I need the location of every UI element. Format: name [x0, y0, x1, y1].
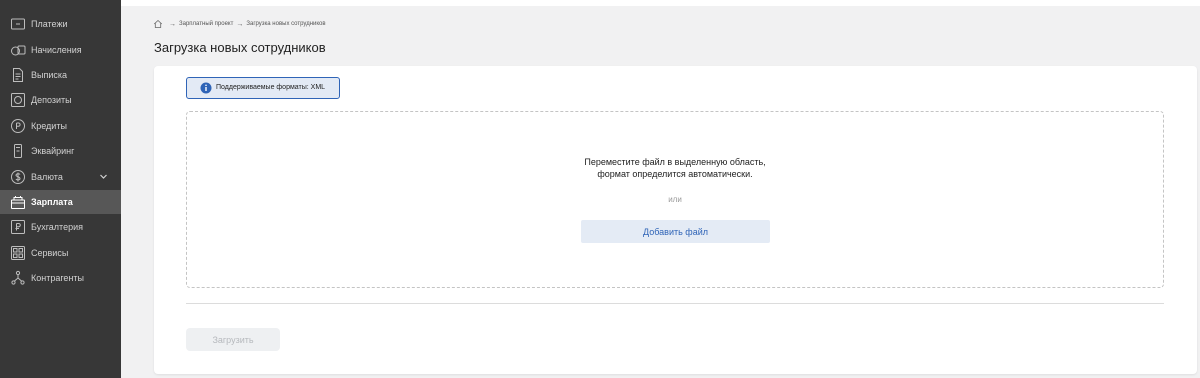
home-icon[interactable] — [153, 19, 163, 29]
sidebar-item-contractors[interactable]: Контрагенты — [0, 266, 121, 290]
dropzone-instruction-line1: Переместите файл в выделенную область, — [584, 157, 766, 167]
formats-notice-text: Поддерживаемые форматы: XML — [216, 84, 326, 91]
breadcrumb-separator-icon: → — [236, 20, 244, 28]
deposit-icon — [10, 92, 26, 108]
sidebar-item-credits[interactable]: Кредиты — [0, 114, 121, 138]
credit-icon — [10, 118, 26, 134]
sidebar-item-deposits[interactable]: Депозиты — [0, 88, 121, 112]
sidebar: Платежи Начисления Выписка Депозиты Кред… — [0, 0, 121, 378]
currency-icon — [10, 169, 26, 185]
sidebar-item-services[interactable]: Сервисы — [0, 241, 121, 265]
formats-notice: Поддерживаемые форматы: XML — [186, 77, 340, 99]
sidebar-item-acquiring[interactable]: Эквайринг — [0, 139, 121, 163]
sidebar-item-label: Контрагенты — [31, 273, 85, 283]
sidebar-item-label: Кредиты — [31, 121, 67, 131]
salary-icon — [10, 194, 26, 210]
sidebar-item-label: Зарплата — [31, 197, 73, 207]
sidebar-item-statement[interactable]: Выписка — [0, 63, 121, 87]
payment-icon — [10, 16, 26, 32]
sidebar-item-salary[interactable]: Зарплата — [0, 190, 121, 214]
sidebar-item-label: Выписка — [31, 70, 68, 80]
breadcrumb-current: Загрузка новых сотрудников — [246, 21, 326, 27]
sidebar-item-currency[interactable]: Валюта — [0, 165, 121, 189]
info-icon — [200, 82, 212, 94]
breadcrumb-link[interactable]: Зарплатный проект — [179, 21, 233, 27]
divider — [186, 303, 1164, 304]
add-file-button[interactable]: Добавить файл — [581, 220, 770, 243]
dropzone-or-text: или — [668, 195, 682, 204]
sidebar-item-accruals[interactable]: Начисления — [0, 38, 121, 62]
dropzone-instruction-line2: формат определится автоматически. — [597, 169, 753, 179]
sidebar-item-label: Начисления — [31, 45, 82, 55]
upload-button[interactable]: Загрузить — [186, 328, 280, 351]
top-bar — [121, 0, 1200, 6]
contractors-icon — [10, 270, 26, 286]
upload-card: Поддерживаемые форматы: XML Переместите … — [154, 66, 1197, 374]
sidebar-item-label: Депозиты — [31, 95, 72, 105]
coins-icon — [10, 42, 26, 58]
services-icon — [10, 245, 26, 261]
sidebar-item-payments[interactable]: Платежи — [0, 12, 121, 36]
file-dropzone[interactable]: Переместите файл в выделенную область, ф… — [186, 111, 1164, 288]
sidebar-item-accounting[interactable]: Бухгалтерия — [0, 215, 121, 239]
sidebar-item-label: Эквайринг — [31, 146, 75, 156]
page-title: Загрузка новых сотрудников — [154, 40, 326, 55]
sidebar-item-label: Платежи — [31, 19, 68, 29]
breadcrumb-separator-icon: → — [169, 20, 176, 28]
chevron-down-icon[interactable] — [99, 172, 108, 181]
sidebar-item-label: Валюта — [31, 172, 63, 182]
accounting-icon — [10, 219, 26, 235]
breadcrumb: → Зарплатный проект → Загрузка новых сот… — [153, 18, 326, 30]
terminal-icon — [10, 143, 26, 159]
document-icon — [10, 67, 26, 83]
sidebar-item-label: Сервисы — [31, 248, 69, 258]
sidebar-item-label: Бухгалтерия — [31, 222, 83, 232]
